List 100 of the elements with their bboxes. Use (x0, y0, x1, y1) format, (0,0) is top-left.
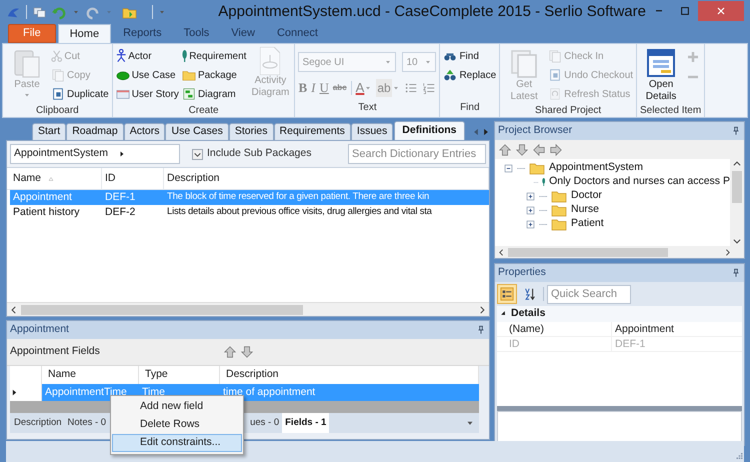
group-label: Clipboard (34, 104, 80, 118)
menu-item[interactable]: Edit constraints... (112, 434, 242, 452)
section-title: Appointment Fields (10, 344, 101, 360)
ribbon-button[interactable]: Diagram (182, 85, 246, 103)
tree-item[interactable]: Patient (571, 216, 604, 232)
binoculars-icon (443, 68, 458, 82)
expand-icon[interactable] (525, 218, 536, 230)
pin-icon[interactable] (731, 268, 741, 278)
ribbon-button[interactable]: Actor (116, 47, 179, 65)
customize-icon[interactable] (158, 8, 166, 16)
property-value[interactable]: Appointment (612, 322, 742, 336)
panel-title: Appointment (10, 322, 69, 338)
move-down-icon[interactable] (515, 142, 529, 156)
caret-icon (424, 58, 432, 66)
search-field[interactable]: Search Dictionary Entries (348, 144, 486, 164)
tree-item[interactable]: Doctor (571, 188, 602, 204)
pin-icon[interactable] (731, 126, 741, 136)
horizontal-scrollbar[interactable] (495, 246, 744, 258)
diagram-icon (182, 87, 196, 101)
column-header[interactable]: Description (167, 170, 220, 186)
table-cell-text: Lists details about previous office visits, drug allergies and vital sta (166, 205, 433, 220)
tree-item[interactable]: AppointmentSystem (549, 160, 643, 176)
category-header[interactable]: Details (497, 306, 742, 322)
document-tab[interactable]: Issues (350, 123, 394, 140)
panel-tab[interactable]: Description (11, 413, 65, 433)
ribbon-button[interactable]: User Story (116, 85, 179, 103)
document-tab[interactable]: Stories (228, 123, 274, 140)
table-row[interactable]: Patient history DEF-2 Lists details about previous office visits, drug allergies and vital sta (10, 205, 489, 220)
caret-icon (384, 58, 392, 66)
ribbon-button[interactable]: Open Details (640, 47, 682, 103)
ribbon-button[interactable]: Requirement (182, 47, 246, 65)
bullet-list-icon[interactable] (404, 80, 418, 95)
document-tab[interactable]: Use Cases (165, 123, 229, 140)
column-header[interactable]: ID (105, 170, 116, 186)
panel-tab[interactable]: ues - 0 (247, 413, 282, 433)
table-cell-text: time of appointment (222, 384, 316, 400)
package-selector[interactable]: AppointmentSystem (10, 144, 180, 164)
group-label: Text (357, 101, 378, 115)
search-field[interactable]: Quick Search (547, 284, 631, 304)
move-up-icon[interactable] (498, 142, 512, 156)
page-icon (51, 87, 65, 101)
column-header[interactable]: Type (145, 367, 168, 383)
menu-item[interactable]: Delete Rows (112, 416, 242, 434)
ribbon-button[interactable]: Find (443, 47, 496, 65)
checkbox[interactable] (192, 148, 203, 160)
tree-item[interactable]: Nurse (571, 202, 600, 218)
ribbon-button[interactable]: Package (182, 66, 246, 84)
panel-tab[interactable]: Notes - 0 (64, 413, 110, 433)
panel-title: Project Browser (498, 123, 572, 138)
maximize-icon (679, 5, 691, 17)
window-icon (645, 47, 678, 79)
ribbon-tab[interactable]: Home (58, 24, 112, 43)
sort-alphabetical-icon (523, 287, 537, 301)
refresh-icon (548, 87, 562, 101)
document-tab[interactable]: Actors (124, 123, 166, 140)
ribbon-button[interactable]: Replace (443, 66, 496, 84)
stick-figure-icon (116, 49, 126, 63)
horizontal-scrollbar[interactable] (7, 302, 489, 316)
panel-tab[interactable]: Fields - 1 (282, 413, 330, 433)
group-label: Shared Project (534, 104, 602, 118)
collapse-icon[interactable] (503, 162, 514, 174)
property-name: (Name) (497, 322, 612, 336)
column-header[interactable]: Name (48, 367, 76, 383)
numbered-list-icon[interactable] (422, 80, 436, 95)
tree-item[interactable]: Only Doctors and nurses can access P (549, 174, 730, 190)
caret-icon[interactable] (72, 8, 80, 16)
caret-icon (23, 91, 31, 99)
view-button[interactable] (497, 284, 517, 304)
move-up-icon[interactable] (223, 345, 237, 359)
table-cell-text: AppointmentTime (44, 384, 128, 400)
property-name: ID (497, 337, 612, 351)
table-cell-text: DEF-1 (104, 190, 136, 205)
page-icon (548, 68, 562, 82)
document-tab[interactable]: Requirements (274, 123, 351, 140)
document-icon (260, 47, 280, 75)
minimize-icon (656, 10, 662, 12)
pin-icon[interactable] (476, 325, 486, 335)
pages-icon (548, 49, 562, 63)
checkbox-label: Include Sub Packages (207, 146, 312, 162)
move-down-icon[interactable] (240, 345, 254, 359)
scissors-icon (51, 50, 62, 62)
ribbon-button[interactable]: Use Case (116, 66, 179, 84)
forward-icon[interactable] (549, 142, 563, 156)
group-label: Create (188, 104, 220, 118)
column-header[interactable]: Name (13, 170, 42, 186)
menu-item[interactable]: Add new field (112, 398, 242, 416)
back-icon[interactable] (532, 142, 546, 156)
redo-icon[interactable] (85, 4, 100, 20)
table-cell-text: Appointment (12, 190, 73, 205)
panel-title: Properties (498, 265, 546, 280)
windows-icon[interactable] (32, 4, 47, 20)
expand-icon[interactable] (525, 190, 536, 202)
document-tab[interactable]: Roadmap (66, 123, 124, 140)
column-header[interactable]: Description (226, 367, 279, 383)
document-tab[interactable]: Start (32, 123, 66, 140)
document-tab[interactable]: Definitions (394, 121, 465, 140)
row-header[interactable] (10, 384, 42, 401)
expand-icon[interactable] (525, 204, 536, 216)
sort-icon (47, 174, 56, 182)
ribbon-button[interactable]: Duplicate (51, 85, 109, 103)
